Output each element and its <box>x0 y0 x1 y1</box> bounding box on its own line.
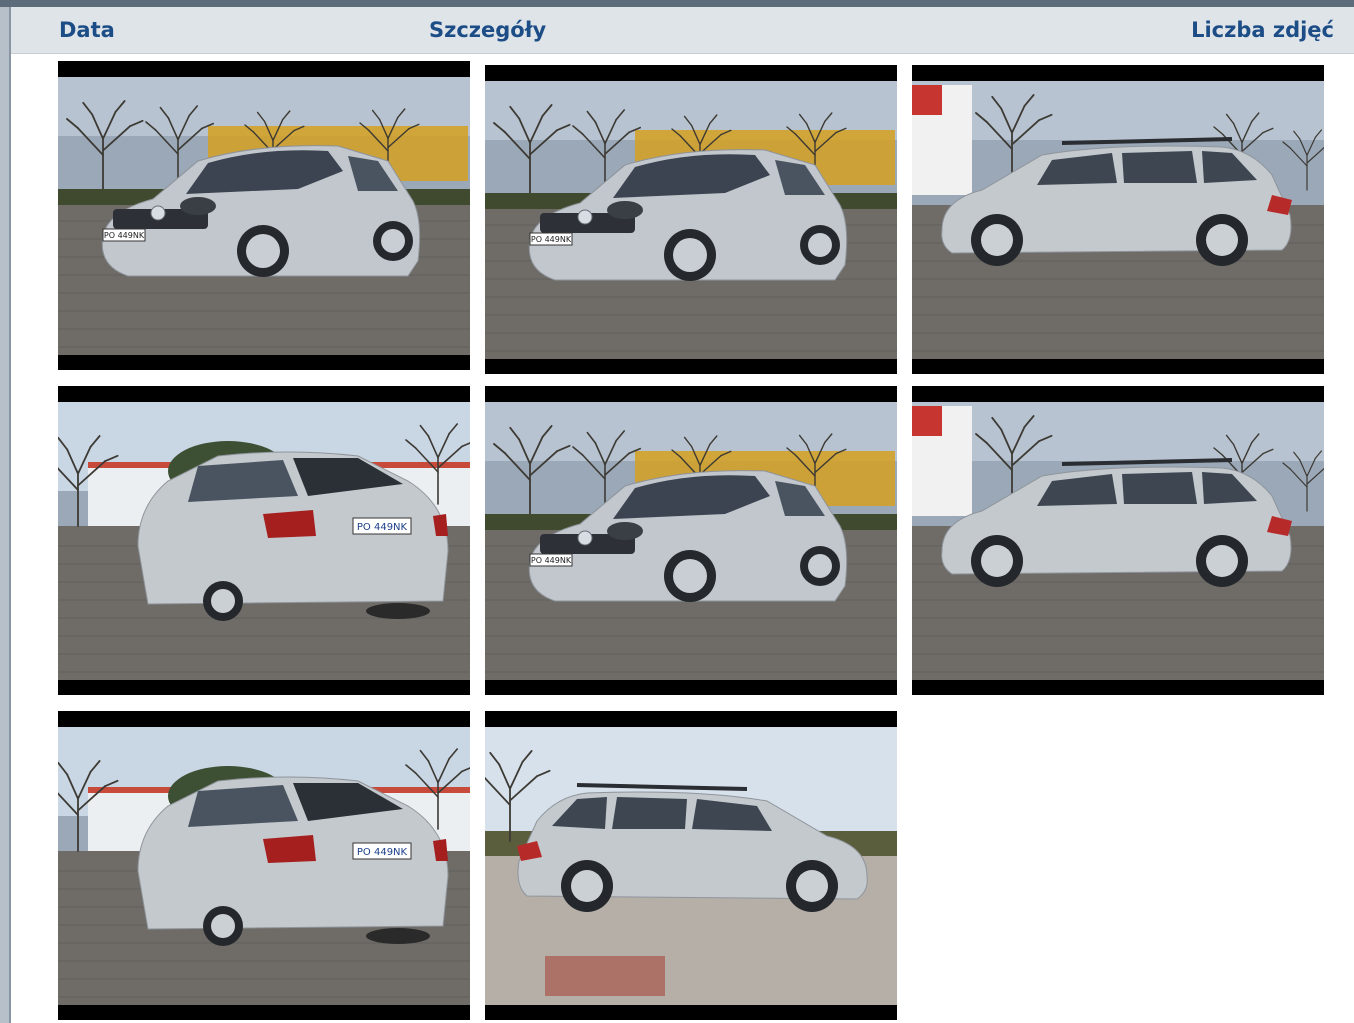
car-photo-image <box>912 386 1324 695</box>
svg-text:PO 449NK: PO 449NK <box>531 556 572 565</box>
photo-thumbnail[interactable] <box>485 711 897 1020</box>
photo-thumbnail[interactable]: PO 449NK <box>58 711 470 1020</box>
car-photo-image <box>912 65 1324 374</box>
svg-text:PO 449NK: PO 449NK <box>357 847 408 858</box>
photo-thumbnail[interactable]: PO 449NK <box>58 61 470 370</box>
car-photo-image: PO 449NK <box>485 386 897 695</box>
car-photo-image: PO 449NK <box>58 711 470 1020</box>
car-photo-image <box>485 711 897 1020</box>
photo-gallery: PO 449NK PO 449NK PO 449NK PO 449NK PO 449NK <box>0 0 1354 1023</box>
photo-thumbnail[interactable]: PO 449NK <box>485 386 897 695</box>
photo-thumbnail[interactable] <box>912 65 1324 374</box>
car-photo-image: PO 449NK <box>58 61 470 370</box>
svg-text:PO 449NK: PO 449NK <box>104 231 145 240</box>
svg-text:PO 449NK: PO 449NK <box>531 235 572 244</box>
car-photo-image: PO 449NK <box>485 65 897 374</box>
photo-thumbnail[interactable]: PO 449NK <box>485 65 897 374</box>
photo-thumbnail[interactable] <box>912 386 1324 695</box>
car-photo-image: PO 449NK <box>58 386 470 695</box>
photo-thumbnail[interactable]: PO 449NK <box>58 386 470 695</box>
svg-text:PO 449NK: PO 449NK <box>357 522 408 533</box>
